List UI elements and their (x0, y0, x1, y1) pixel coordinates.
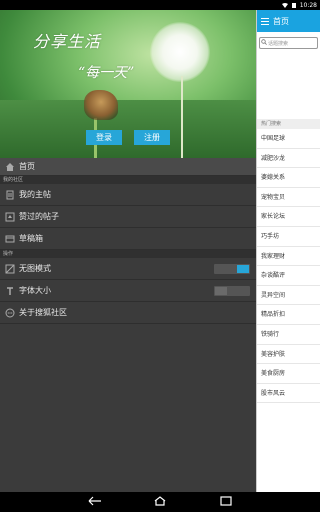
drawer-menu: 首页 我的社区 我的主帖 赞过的帖子 草稿箱 操作 无图模式 字体大小 关于搜狐… (0, 158, 256, 324)
drawer-item-label: 关于搜狐社区 (19, 308, 67, 317)
drawer-item-label: 赞过的帖子 (19, 212, 59, 221)
hot-item[interactable]: 股市风云 (257, 384, 320, 404)
hero-title-line2: “每一天” (78, 65, 135, 81)
drawer-item-liked-posts[interactable]: 赞过的帖子 (0, 206, 256, 228)
status-bar: 10:28 (0, 0, 320, 10)
drawer-header-banner: 分享生活 “每一天” 登录 注册 (0, 10, 256, 158)
hot-item[interactable]: 我家理财 (257, 247, 320, 267)
toggle-knob (215, 287, 227, 295)
hot-item[interactable]: 中国足球 (257, 129, 320, 149)
hot-search-header: 热门搜索 (257, 119, 320, 129)
recents-icon[interactable] (220, 496, 232, 510)
navigation-drawer: 分享生活 “每一天” 登录 注册 首页 我的社区 我的主帖 赞过的帖子 草稿箱 … (0, 10, 256, 492)
fuzzy-seed-image (84, 90, 118, 120)
status-time: 10:28 (299, 1, 317, 9)
drafts-icon (5, 234, 15, 244)
image-off-icon (5, 264, 15, 274)
hot-search-list: 中国足球 减肥沙龙 婆媳关系 宠物宝贝 家长论坛 巧手坊 我家理财 杂谈酷评 灵… (257, 129, 320, 404)
no-image-toggle[interactable] (214, 264, 250, 274)
drawer-item-my-posts[interactable]: 我的主帖 (0, 184, 256, 206)
drawer-item-no-image-mode[interactable]: 无图模式 (0, 258, 256, 280)
hot-item[interactable]: 家长论坛 (257, 207, 320, 227)
home-nav-icon[interactable] (154, 496, 166, 510)
search-icon (260, 39, 268, 47)
search-placeholder: 话题搜索 (268, 40, 289, 47)
hot-item[interactable]: 减肥沙龙 (257, 149, 320, 169)
dandelion-image (150, 22, 210, 82)
toggle-knob (237, 265, 249, 273)
battery-icon (291, 2, 297, 8)
document-icon (5, 190, 15, 200)
login-button[interactable]: 登录 (86, 130, 122, 145)
drawer-item-font-size[interactable]: 字体大小 (0, 280, 256, 302)
drawer-item-label: 无图模式 (19, 264, 51, 273)
wifi-icon (281, 2, 288, 8)
section-header-my-community: 我的社区 (0, 176, 256, 184)
hot-item[interactable]: 婆媳关系 (257, 168, 320, 188)
main-page-peek: 首页 话题搜索 热门搜索 中国足球 减肥沙龙 婆媳关系 宠物宝贝 家长论坛 巧手… (256, 10, 320, 492)
hot-item[interactable]: 杂谈酷评 (257, 266, 320, 286)
drawer-item-label: 草稿箱 (19, 234, 43, 243)
grass-background (0, 100, 256, 158)
drawer-item-label: 首页 (19, 162, 35, 171)
search-input[interactable]: 话题搜索 (259, 37, 318, 49)
font-size-toggle[interactable] (214, 286, 250, 296)
hot-item[interactable]: 美容护肤 (257, 345, 320, 365)
info-icon (5, 308, 15, 318)
drawer-item-label: 字体大小 (19, 286, 51, 295)
register-button[interactable]: 注册 (134, 130, 170, 145)
hot-item[interactable]: 精品折扣 (257, 305, 320, 325)
drawer-item-label: 我的主帖 (19, 190, 51, 199)
hot-item[interactable]: 宠物宝贝 (257, 188, 320, 208)
app-bar: 首页 (257, 10, 320, 32)
section-header-operations: 操作 (0, 250, 256, 258)
hot-item[interactable]: 美食厨房 (257, 364, 320, 384)
back-icon[interactable] (88, 496, 102, 510)
hot-item[interactable]: 巧手坊 (257, 227, 320, 247)
like-icon (5, 212, 15, 222)
drawer-item-about[interactable]: 关于搜狐社区 (0, 302, 256, 324)
dandelion-stem (181, 76, 183, 158)
page-title: 首页 (273, 16, 289, 26)
home-icon (5, 162, 15, 172)
menu-icon[interactable] (257, 10, 273, 32)
hot-item[interactable]: 灵异空间 (257, 286, 320, 306)
hero-title-line1: 分享生活 (33, 32, 102, 51)
system-nav-bar (0, 492, 320, 512)
font-size-icon (5, 286, 15, 296)
hot-item[interactable]: 铁骑行 (257, 325, 320, 345)
drawer-item-drafts[interactable]: 草稿箱 (0, 228, 256, 250)
drawer-item-home[interactable]: 首页 (0, 158, 256, 176)
